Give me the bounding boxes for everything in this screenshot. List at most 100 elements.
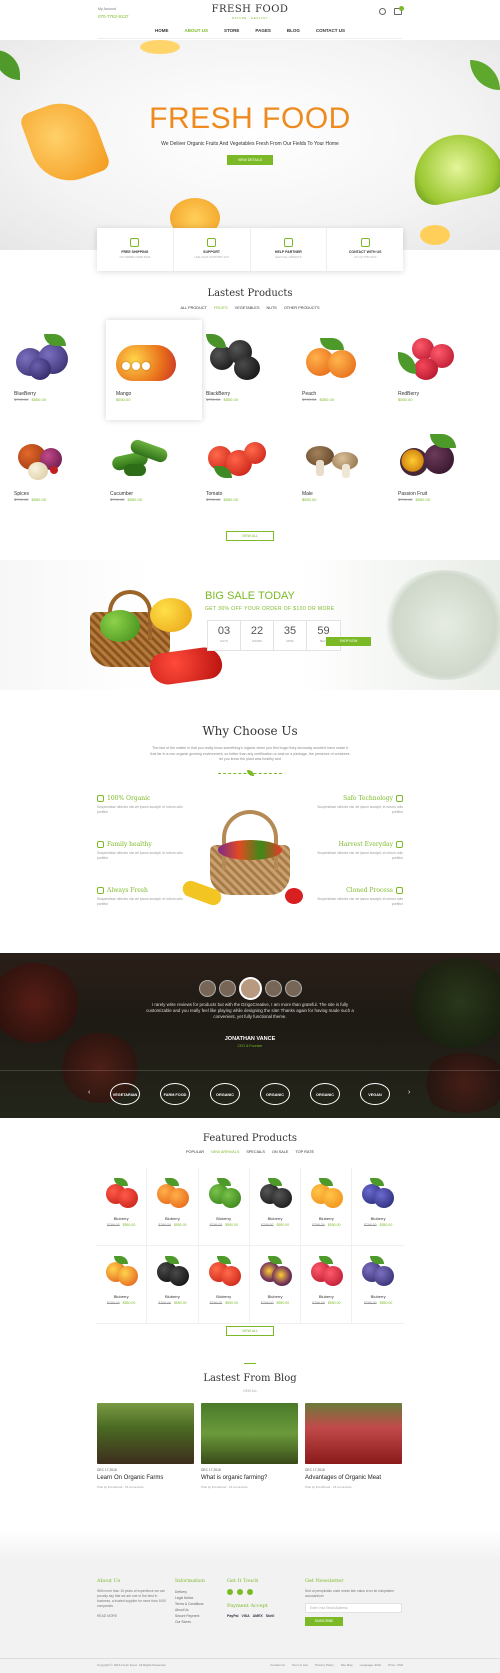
blog-subtitle[interactable]: VIEW ALL: [0, 1389, 500, 1393]
product-price: $550.00: [319, 397, 334, 402]
avatar[interactable]: [218, 980, 236, 997]
product-card[interactable]: BlueBerry $799.00 $550.00: [10, 320, 106, 420]
product-card[interactable]: Mango $550.00: [106, 320, 202, 420]
bottom-link[interactable]: Site Map: [341, 1663, 353, 1667]
featured-product-card[interactable]: Bluberry $799.00 $550.00: [198, 1246, 250, 1324]
language-select[interactable]: Language: ENG: [360, 1663, 382, 1667]
quick-view-icon[interactable]: [142, 362, 150, 370]
avatar[interactable]: [264, 980, 282, 997]
product-name[interactable]: Bluberry: [352, 1216, 403, 1221]
product-name[interactable]: Bluberry: [199, 1294, 249, 1299]
brand-logo[interactable]: VEGAN: [360, 1083, 390, 1105]
product-card[interactable]: Tomato $799.00 $550.00: [202, 420, 298, 520]
nav-blog[interactable]: BLOG: [285, 28, 302, 33]
product-card[interactable]: BlackBerry $799.00 $550.00: [202, 320, 298, 420]
featured-product-card[interactable]: Bluberry $799.00 $550.00: [96, 1168, 148, 1246]
footer-link[interactable]: Our Stores: [175, 1619, 225, 1625]
blog-image-meat[interactable]: [305, 1403, 402, 1464]
tab-all-product[interactable]: ALL PRODUCT: [180, 306, 206, 310]
featured-product-card[interactable]: Bluberry $799.00 $550.00: [249, 1246, 302, 1324]
view-details-button[interactable]: VIEW DETAILS: [227, 155, 273, 165]
featured-product-card[interactable]: Bluberry $799.00 $550.00: [249, 1168, 302, 1246]
brand-logo[interactable]: FARM FOOD: [160, 1083, 190, 1105]
nav-home[interactable]: HOME: [153, 28, 171, 33]
tab-new-arrivals[interactable]: NEW ARRIVALS: [211, 1150, 239, 1154]
subscribe-button[interactable]: SUBSCRIBE: [305, 1617, 343, 1626]
avatar[interactable]: [284, 980, 302, 997]
bottom-link[interactable]: Term of Use: [292, 1663, 308, 1667]
blog-post-title[interactable]: Learn On Organic Farms: [97, 1475, 194, 1481]
avatar-active[interactable]: [238, 977, 262, 1000]
product-image: [302, 434, 362, 480]
search-icon[interactable]: [379, 8, 386, 15]
tab-specials[interactable]: SPECIALS: [246, 1150, 265, 1154]
product-name[interactable]: Bluberry: [199, 1216, 249, 1221]
twitter-icon[interactable]: [237, 1589, 243, 1595]
tab-vegetables[interactable]: VEGETABLES: [235, 306, 260, 310]
bottom-link[interactable]: Privacy Policy: [315, 1663, 334, 1667]
featured-product-card[interactable]: Bluberry $799.00 $550.00: [147, 1246, 199, 1324]
shop-now-button[interactable]: SHOP NOW: [326, 637, 371, 646]
wishlist-icon[interactable]: [132, 362, 140, 370]
product-card[interactable]: RedBerry $550.00: [394, 320, 490, 420]
product-name[interactable]: Bluberry: [147, 1216, 197, 1221]
product-name[interactable]: Bluberry: [147, 1294, 197, 1299]
add-to-cart-icon[interactable]: [122, 362, 130, 370]
blog-post-title[interactable]: What is organic farming?: [201, 1475, 298, 1481]
featured-product-card[interactable]: Bluberry $799.00 $550.00: [301, 1246, 353, 1324]
avatar[interactable]: [198, 980, 216, 997]
view-all-featured-button[interactable]: VIEW ALL: [226, 1326, 274, 1336]
product-name[interactable]: Bluberry: [352, 1294, 403, 1299]
brand-logo[interactable]: ORGANIC: [260, 1083, 290, 1105]
blog-post-title[interactable]: Advantages of Organic Meat: [305, 1475, 402, 1481]
featured-product-card[interactable]: Bluberry $799.00 $550.00: [198, 1168, 250, 1246]
facebook-icon[interactable]: [227, 1589, 233, 1595]
cart-icon[interactable]: [394, 6, 404, 15]
blog-date: DEC 17,2016: [97, 1468, 117, 1472]
nav-about-us[interactable]: ABOUT US: [182, 28, 210, 33]
tab-fruits[interactable]: FRUITS: [214, 306, 228, 310]
product-name[interactable]: Bluberry: [250, 1294, 300, 1299]
product-name[interactable]: Bluberry: [96, 1216, 146, 1221]
featured-product-card[interactable]: Bluberry $799.00 $550.00: [96, 1246, 148, 1324]
featured-product-card[interactable]: Bluberry $799.00 $550.00: [301, 1168, 353, 1246]
blog-image-farmer[interactable]: [97, 1403, 194, 1464]
featured-product-card[interactable]: Bluberry $799.00 $550.00: [147, 1168, 199, 1246]
product-name[interactable]: Bluberry: [250, 1216, 300, 1221]
product-card[interactable]: Cucumber $799.00 $550.00: [106, 420, 202, 520]
tab-nuts[interactable]: NUTS: [267, 306, 277, 310]
view-all-button[interactable]: VIEW ALL: [226, 531, 274, 541]
currency-select[interactable]: Price: USD: [388, 1663, 403, 1667]
blog-image-farming[interactable]: [201, 1403, 298, 1464]
google-plus-icon[interactable]: [247, 1589, 253, 1595]
tab-popular[interactable]: POPULAR: [186, 1150, 204, 1154]
blog-card[interactable]: DEC 17,2016 Advantages of Organic Meat P…: [305, 1403, 402, 1489]
read-more-link[interactable]: READ MORE: [97, 1614, 167, 1619]
blog-card[interactable]: DEC 17,2016 What is organic farming? Pos…: [201, 1403, 298, 1489]
product-card[interactable]: Passion Fruit $799.00 $550.00: [394, 420, 490, 520]
email-input[interactable]: Enter Your Email Address: [305, 1603, 402, 1613]
blog-card[interactable]: DEC 17,2016 Learn On Organic Farms Post …: [97, 1403, 194, 1489]
tab-top-rate[interactable]: TOP RATE: [295, 1150, 314, 1154]
tab-other-products[interactable]: OTHER PRODUCTS: [284, 306, 320, 310]
brand-logo[interactable]: VEGETARIAN: [110, 1083, 140, 1105]
site-logo[interactable]: FRESH FOOD: [0, 4, 500, 15]
product-name[interactable]: Bluberry: [301, 1216, 351, 1221]
nav-store[interactable]: STORE: [222, 28, 241, 33]
product-name[interactable]: Bluberry: [96, 1294, 146, 1299]
nav-contact-us[interactable]: CONTACT US: [314, 28, 347, 33]
bottom-link[interactable]: Contact Us: [270, 1663, 285, 1667]
brand-logo[interactable]: ORGANIC: [210, 1083, 240, 1105]
product-image: [104, 1254, 139, 1289]
product-card[interactable]: Peach $799.00 $550.00: [298, 320, 394, 420]
brand-logo[interactable]: ORGANIC: [310, 1083, 340, 1105]
old-price: $799.00: [158, 1223, 171, 1227]
nav-pages[interactable]: PAGES: [253, 28, 272, 33]
product-name[interactable]: Bluberry: [301, 1294, 351, 1299]
product-card[interactable]: Male $550.00: [298, 420, 394, 520]
featured-product-card[interactable]: Bluberry $799.00 $550.00: [352, 1246, 404, 1324]
featured-product-card[interactable]: Bluberry $799.00 $550.00: [352, 1168, 404, 1246]
feature-title: FREE SHIPPING: [121, 250, 149, 254]
tab-on-sale[interactable]: ON SALE: [272, 1150, 288, 1154]
product-card[interactable]: Spices $799.00 $550.00: [10, 420, 106, 520]
